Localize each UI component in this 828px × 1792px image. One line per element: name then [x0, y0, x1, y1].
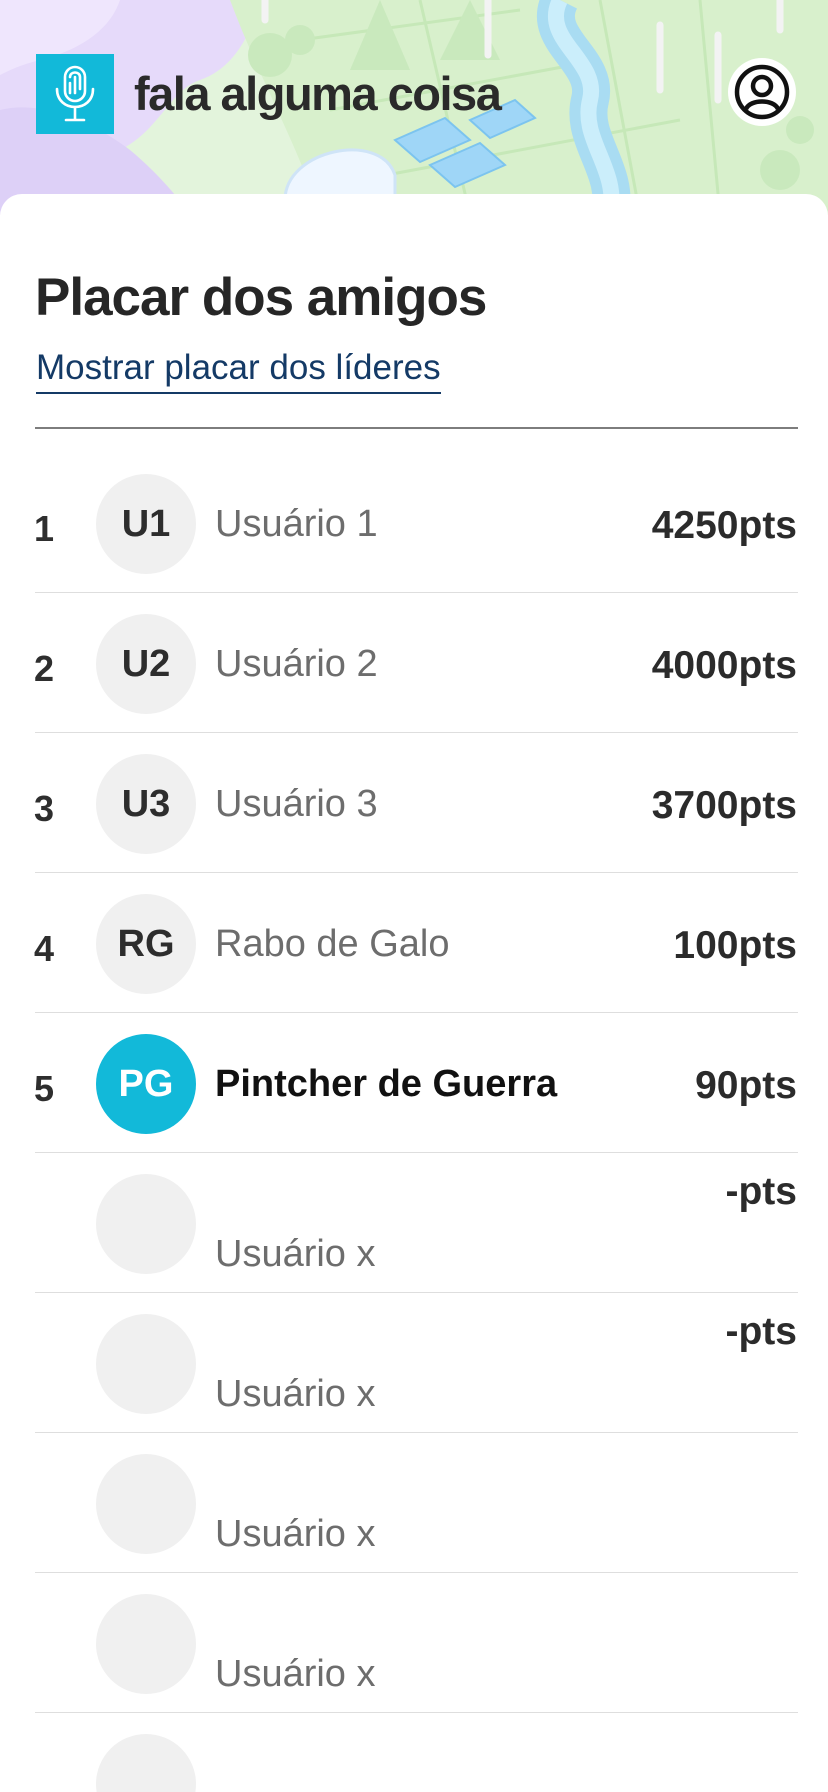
leaderboard-row[interactable]: 1 U1 Usuário 1 4250pts: [0, 453, 828, 593]
page-title: Placar dos amigos: [35, 268, 487, 327]
avatar: U3: [96, 754, 196, 854]
divider: [35, 427, 798, 429]
rank-number: 1: [34, 508, 55, 549]
leaderboard-row[interactable]: Usuário x: [0, 1713, 828, 1792]
user-name: Usuário x: [215, 1653, 376, 1695]
user-score: -pts: [725, 1310, 798, 1353]
app-title: fala alguma coisa: [134, 67, 502, 120]
avatar: U1: [96, 474, 196, 574]
user-score: 100pts: [673, 924, 797, 967]
user-score: -pts: [725, 1170, 798, 1213]
rank-number: 2: [34, 648, 55, 689]
user-name: Usuário 1: [215, 503, 378, 545]
leaderboard-row[interactable]: Usuário x -pts: [0, 1293, 828, 1433]
rank-number: 4: [34, 928, 55, 969]
avatar: [96, 1174, 196, 1274]
user-name: Usuário x: [215, 1513, 376, 1555]
leaderboard-row[interactable]: 2 U2 Usuário 2 4000pts: [0, 593, 828, 733]
user-name: Usuário x: [215, 1373, 376, 1415]
avatar: RG: [96, 894, 196, 994]
user-circle-icon: [734, 64, 790, 120]
leaderboard-row[interactable]: 5 PG Pintcher de Guerra 90pts: [0, 1013, 828, 1153]
leaderboard-row[interactable]: Usuário x -pts: [0, 1153, 828, 1293]
user-score: 90pts: [695, 1064, 797, 1107]
user-score: 4250pts: [651, 504, 797, 547]
leaderboard-row[interactable]: 4 RG Rabo de Galo 100pts: [0, 873, 828, 1013]
avatar: [96, 1594, 196, 1694]
rank-number: 3: [34, 788, 55, 829]
user-name: Usuário 2: [215, 643, 378, 685]
avatar: U2: [96, 614, 196, 714]
leaderboard-list: 1 U1 Usuário 1 4250pts 2 U2 Usuário 2 4000pts 3 U…: [0, 453, 828, 1792]
leaderboard-row[interactable]: Usuário x: [0, 1433, 828, 1573]
show-leaders-link[interactable]: Mostrar placar dos líderes: [36, 346, 441, 394]
app-logo[interactable]: [36, 54, 114, 134]
avatar: [96, 1734, 196, 1792]
header-banner: fala alguma coisa: [0, 0, 828, 215]
leaderboard-row[interactable]: Usuário x: [0, 1573, 828, 1713]
user-name: Rabo de Galo: [215, 923, 450, 965]
microphone-fingerprint-icon: [55, 65, 95, 122]
leaderboard-row[interactable]: 3 U3 Usuário 3 3700pts: [0, 733, 828, 873]
avatar: PG: [96, 1034, 196, 1134]
user-name: Usuário 3: [215, 783, 378, 825]
user-name: Usuário x: [215, 1233, 376, 1275]
user-score: 3700pts: [651, 784, 797, 827]
avatar: [96, 1454, 196, 1554]
profile-button[interactable]: [728, 58, 796, 126]
avatar: [96, 1314, 196, 1414]
leaderboard-screen: fala alguma coisa Placar dos amigos Most…: [0, 0, 828, 1792]
rank-number: 5: [34, 1068, 55, 1109]
user-score: 4000pts: [651, 644, 797, 687]
user-name: Pintcher de Guerra: [215, 1063, 558, 1105]
